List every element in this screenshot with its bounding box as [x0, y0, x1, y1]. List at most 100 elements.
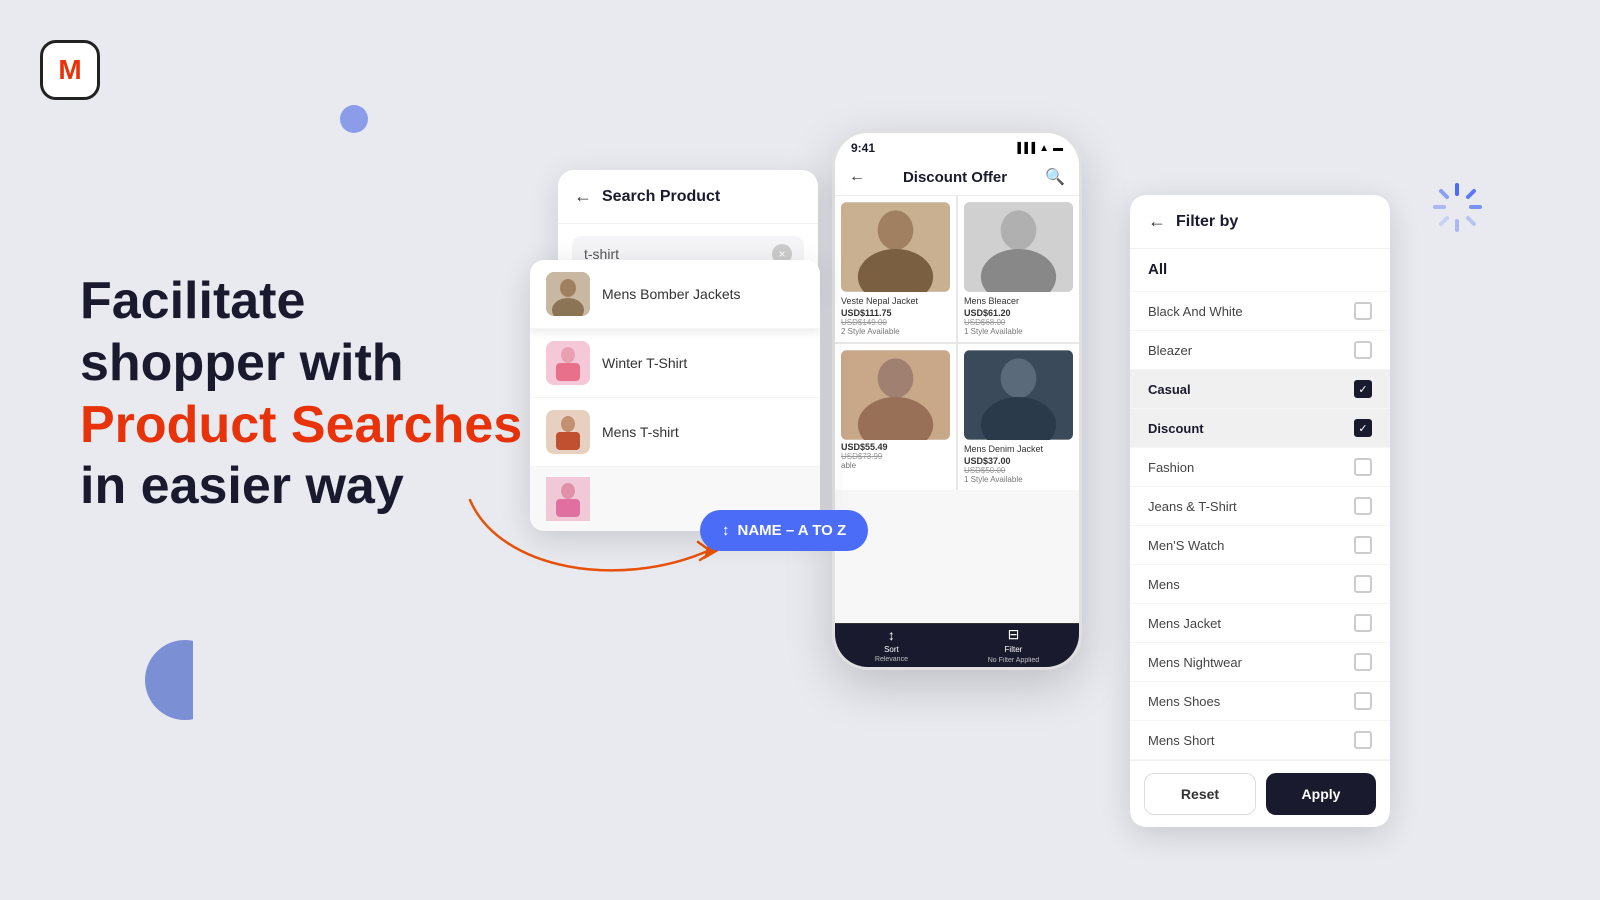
phone-product-image-1	[841, 202, 950, 292]
filter-item-mens[interactable]: Mens	[1130, 565, 1390, 604]
logo-letter: M	[58, 54, 81, 86]
result-thumbnail-2	[546, 341, 590, 385]
hero-section: Facilitate shopper with Product Searches…	[80, 270, 522, 517]
filter-item-blackwhite[interactable]: Black And White	[1130, 292, 1390, 331]
filter-item-discount[interactable]: Discount ✓	[1130, 409, 1390, 448]
filter-checkbox[interactable]	[1354, 653, 1372, 671]
sort-badge[interactable]: ↕ NAME – A TO Z	[700, 510, 868, 551]
result-label-3: Mens T-shirt	[602, 424, 679, 440]
filter-item-label: Bleazer	[1148, 343, 1192, 358]
phone-product-name-4: Mens Denim Jacket	[964, 444, 1073, 454]
phone-filter-button[interactable]: ⊟ FilterNo Filter Applied	[988, 626, 1039, 665]
filter-checkbox-checked[interactable]: ✓	[1354, 419, 1372, 437]
phone-product-item[interactable]: Mens Bleacer USD$61.20 USD$68.00 1 Style…	[958, 196, 1079, 342]
filter-apply-button[interactable]: Apply	[1266, 773, 1376, 815]
phone-product-availability-2: 1 Style Available	[964, 327, 1073, 336]
filter-item-label: Mens	[1148, 577, 1180, 592]
wifi-icon: ▲	[1039, 143, 1049, 154]
filter-header: ← Filter by	[1130, 195, 1390, 249]
phone-back-button[interactable]: ←	[849, 168, 865, 186]
filter-checkbox[interactable]	[1354, 692, 1372, 710]
filter-item-label: Men'S Watch	[1148, 538, 1224, 553]
filter-item-fashion[interactable]: Fashion	[1130, 448, 1390, 487]
filter-checkbox[interactable]	[1354, 614, 1372, 632]
result-more-thumbnail	[546, 477, 590, 521]
filter-item-menswatch[interactable]: Men'S Watch	[1130, 526, 1390, 565]
phone-time: 9:41	[851, 141, 875, 155]
phone-sort-button[interactable]: ↕ SortRelevance	[875, 627, 908, 665]
filter-item-label: Mens Short	[1148, 733, 1214, 748]
filter-item-label: Mens Nightwear	[1148, 655, 1242, 670]
filter-checkbox[interactable]	[1354, 341, 1372, 359]
phone-product-item[interactable]: Veste Nepal Jacket USD$111.75 USD$149.00…	[835, 196, 956, 342]
phone-product-price-2: USD$61.20	[964, 308, 1073, 318]
sort-arrows-icon: ↕	[888, 627, 895, 643]
filter-item-jeans[interactable]: Jeans & T-Shirt	[1130, 487, 1390, 526]
result-label-2: Winter T-Shirt	[602, 355, 687, 371]
filter-checkbox[interactable]	[1354, 731, 1372, 749]
filter-all-section[interactable]: All	[1130, 249, 1390, 292]
logo: M	[40, 40, 100, 100]
filter-button-label: FilterNo Filter Applied	[988, 645, 1039, 665]
phone-product-availability-3: able	[841, 461, 950, 470]
result-thumbnail-1	[546, 272, 590, 316]
decorative-circle-top	[340, 105, 368, 133]
filter-item-casual[interactable]: Casual ✓	[1130, 370, 1390, 409]
phone-product-oldprice-1: USD$149.00	[841, 318, 950, 327]
phone-product-price-3: USD$55.49	[841, 442, 950, 452]
filter-checkbox[interactable]	[1354, 458, 1372, 476]
phone-product-oldprice-4: USD$50.00	[964, 466, 1073, 475]
filter-back-button[interactable]: ←	[1148, 211, 1166, 232]
hero-line2: shopper with	[80, 332, 522, 394]
phone-product-oldprice-2: USD$68.00	[964, 318, 1073, 327]
sort-button-label: SortRelevance	[875, 645, 908, 665]
phone-status-bar: 9:41 ▐▐▐ ▲ ▬	[835, 133, 1079, 159]
search-back-button[interactable]: ←	[574, 186, 592, 207]
search-results-dropdown: Mens Bomber Jackets Winter T-Shirt Mens …	[530, 260, 820, 531]
filter-checkbox[interactable]	[1354, 302, 1372, 320]
filter-item-label: Jeans & T-Shirt	[1148, 499, 1237, 514]
filter-item-label: Mens Shoes	[1148, 694, 1220, 709]
filter-title: Filter by	[1176, 213, 1238, 231]
sort-icon: ↕	[722, 522, 730, 539]
phone-product-oldprice-3: USD$73.99	[841, 452, 950, 461]
filter-item-label: Black And White	[1148, 304, 1243, 319]
signal-icon: ▐▐▐	[1014, 143, 1035, 154]
filter-item-label: Discount	[1148, 421, 1204, 436]
filter-item-bleazer[interactable]: Bleazer	[1130, 331, 1390, 370]
filter-item-label: Fashion	[1148, 460, 1194, 475]
phone-product-price-4: USD$37.00	[964, 456, 1073, 466]
filter-item-mensshoes[interactable]: Mens Shoes	[1130, 682, 1390, 721]
hero-highlight: Product Searches	[80, 395, 522, 455]
phone-product-item[interactable]: USD$55.49 USD$73.99 able	[835, 344, 956, 490]
phone-product-item[interactable]: Mens Denim Jacket USD$37.00 USD$50.00 1 …	[958, 344, 1079, 490]
filter-all-label: All	[1148, 261, 1167, 278]
filter-reset-button[interactable]: Reset	[1144, 773, 1256, 815]
decorative-circle-bottom	[145, 640, 225, 720]
filter-item-label: Casual	[1148, 382, 1191, 397]
phone-search-icon[interactable]: 🔍	[1045, 167, 1065, 187]
filter-footer: Reset Apply	[1130, 760, 1390, 827]
filter-checkbox[interactable]	[1354, 575, 1372, 593]
search-panel-title: Search Product	[602, 188, 720, 206]
filter-item-mensnightwear[interactable]: Mens Nightwear	[1130, 643, 1390, 682]
phone-mockup: 9:41 ▐▐▐ ▲ ▬ ← Discount Offer 🔍 Veste Ne…	[832, 130, 1082, 670]
phone-bottom-bar: ↕ SortRelevance ⊟ FilterNo Filter Applie…	[835, 623, 1079, 667]
phone-product-image-3	[841, 350, 950, 440]
phone-product-availability-1: 2 Style Available	[841, 327, 950, 336]
phone-product-grid: Veste Nepal Jacket USD$111.75 USD$149.00…	[835, 196, 1079, 490]
phone-product-name-1: Veste Nepal Jacket	[841, 296, 950, 306]
filter-checkbox[interactable]	[1354, 536, 1372, 554]
search-result-item[interactable]: Mens T-shirt	[530, 398, 820, 467]
hero-line1: Facilitate	[80, 270, 522, 332]
filter-panel: ← Filter by All Black And White Bleazer …	[1130, 195, 1390, 827]
phone-product-image-4	[964, 350, 1073, 440]
phone-status-icons: ▐▐▐ ▲ ▬	[1014, 143, 1063, 154]
search-result-item[interactable]: Mens Bomber Jackets	[530, 260, 820, 329]
spinner-decoration	[1430, 180, 1485, 235]
search-result-item[interactable]: Winter T-Shirt	[530, 329, 820, 398]
filter-checkbox[interactable]	[1354, 497, 1372, 515]
filter-item-mensshort[interactable]: Mens Short	[1130, 721, 1390, 760]
filter-item-mensjacket[interactable]: Mens Jacket	[1130, 604, 1390, 643]
filter-checkbox-checked[interactable]: ✓	[1354, 380, 1372, 398]
